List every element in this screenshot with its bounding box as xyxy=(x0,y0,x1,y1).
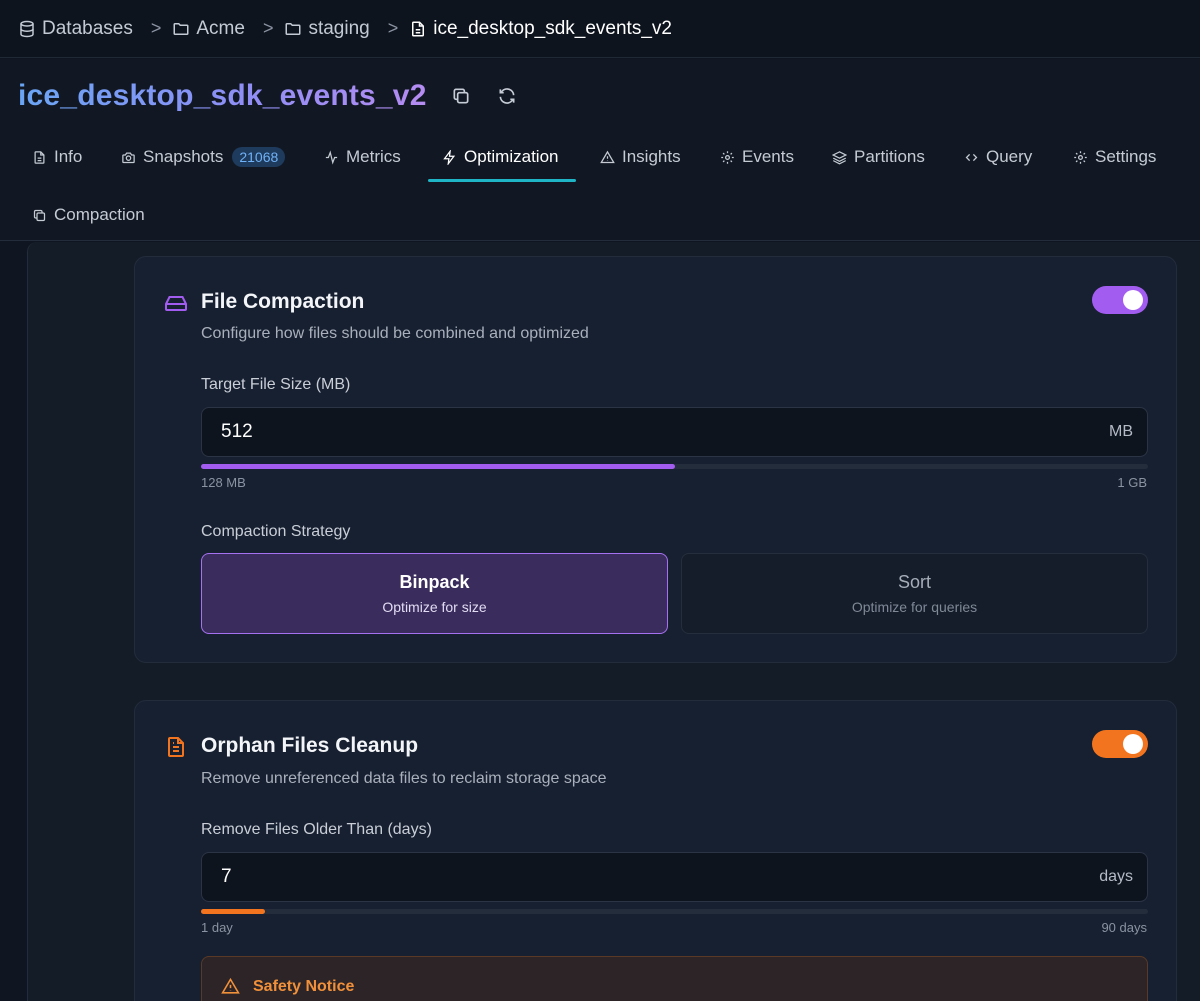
slider-fill xyxy=(201,909,265,914)
strategy-title: Sort xyxy=(897,572,931,592)
breadcrumb-label: staging xyxy=(308,17,370,39)
orphan-cleanup-card: Orphan Files Cleanup Remove unreferenced… xyxy=(134,700,1177,1001)
camera-icon xyxy=(121,150,136,165)
tab-label: Settings xyxy=(1095,147,1157,166)
alert-triangle-icon xyxy=(600,150,615,165)
strategy-subtitle: Optimize for size xyxy=(382,599,487,615)
tab-label: Compaction xyxy=(54,205,145,224)
card-description: Configure how files should be combined a… xyxy=(201,325,589,342)
tab-label: Snapshots xyxy=(143,147,224,166)
database-icon xyxy=(18,20,36,38)
file-text-icon xyxy=(32,150,47,165)
file-text-icon xyxy=(164,735,188,759)
tab-compaction[interactable]: Compaction xyxy=(32,195,145,235)
tab-info[interactable]: Info xyxy=(32,137,82,177)
tab-partitions[interactable]: Partitions xyxy=(832,137,925,177)
page-header: ice_desktop_sdk_events_v2 Info Snapshots… xyxy=(0,59,1200,241)
compaction-strategy-label: Compaction Strategy xyxy=(201,523,351,540)
card-title: Orphan Files Cleanup xyxy=(201,734,419,757)
safety-notice: Safety Notice xyxy=(201,956,1148,1001)
target-file-size-slider[interactable] xyxy=(201,464,1148,469)
input-unit: days xyxy=(1099,868,1133,885)
remove-older-than-slider[interactable] xyxy=(201,909,1148,914)
active-tab-indicator xyxy=(428,179,576,182)
layers-icon xyxy=(832,150,847,165)
card-description: Remove unreferenced data files to reclai… xyxy=(201,770,607,787)
tab-insights[interactable]: Insights xyxy=(600,137,681,177)
zap-icon xyxy=(442,149,457,165)
slider-min-label: 1 day xyxy=(201,920,233,935)
breadcrumb-label: Acme xyxy=(196,17,245,39)
breadcrumb-acme[interactable]: Acme xyxy=(172,18,245,40)
remove-older-than-label: Remove Files Older Than (days) xyxy=(201,821,432,838)
file-icon xyxy=(409,20,427,38)
page-title: ice_desktop_sdk_events_v2 xyxy=(18,79,427,112)
tab-label: Events xyxy=(742,147,794,166)
breadcrumb: Databases > Acme > staging > ice_desktop… xyxy=(0,0,1200,58)
copy-button[interactable] xyxy=(447,82,475,110)
refresh-button[interactable] xyxy=(493,82,521,110)
tab-label: Partitions xyxy=(854,147,925,166)
orphan-cleanup-toggle[interactable] xyxy=(1092,730,1148,758)
hard-drive-icon xyxy=(164,291,188,315)
tab-label: Metrics xyxy=(346,147,401,166)
folder-icon xyxy=(284,20,302,38)
strategy-binpack-option[interactable]: Binpack Optimize for size xyxy=(201,553,668,634)
tab-label: Query xyxy=(986,147,1033,166)
strategy-subtitle: Optimize for queries xyxy=(851,599,978,615)
gear-icon xyxy=(720,150,735,165)
tab-snapshots[interactable]: Snapshots 21068 xyxy=(121,137,286,177)
file-compaction-card: File Compaction Configure how files shou… xyxy=(134,256,1177,663)
input-value: 7 xyxy=(221,866,232,887)
breadcrumb-staging[interactable]: staging xyxy=(284,17,370,40)
file-compaction-toggle[interactable] xyxy=(1092,286,1148,314)
strategy-title: Binpack xyxy=(399,572,470,592)
tab-optimization[interactable]: Optimization xyxy=(442,137,558,177)
card-title: File Compaction xyxy=(201,290,365,313)
tab-label: Optimization xyxy=(464,147,559,166)
breadcrumb-separator: > xyxy=(387,18,399,38)
input-unit: MB xyxy=(1109,423,1133,440)
refresh-icon xyxy=(497,86,517,106)
breadcrumb-table[interactable]: ice_desktop_sdk_events_v2 xyxy=(409,18,672,40)
input-value: 512 xyxy=(221,421,253,442)
target-file-size-label: Target File Size (MB) xyxy=(201,376,351,393)
toggle-knob xyxy=(1123,734,1143,754)
copy-icon xyxy=(451,86,471,106)
tab-events[interactable]: Events xyxy=(720,137,794,177)
breadcrumb-databases[interactable]: Databases xyxy=(18,18,133,40)
title-row: ice_desktop_sdk_events_v2 xyxy=(18,79,521,113)
activity-icon xyxy=(324,149,339,165)
slider-max-label: 1 GB xyxy=(1117,475,1147,490)
gear-icon xyxy=(1073,150,1088,165)
safety-notice-title: Safety Notice xyxy=(253,978,355,995)
tab-settings[interactable]: Settings xyxy=(1073,137,1156,177)
breadcrumb-separator: > xyxy=(262,18,274,38)
folder-icon xyxy=(172,20,190,38)
tab-query[interactable]: Query xyxy=(964,137,1032,177)
tab-label: Insights xyxy=(622,147,681,166)
breadcrumb-separator: > xyxy=(150,18,162,38)
alert-triangle-icon xyxy=(221,977,240,996)
breadcrumb-label: ice_desktop_sdk_events_v2 xyxy=(433,17,672,39)
slider-min-label: 128 MB xyxy=(201,475,246,490)
strategy-sort-option[interactable]: Sort Optimize for queries xyxy=(681,553,1148,634)
tab-label: Info xyxy=(54,147,83,166)
slider-fill xyxy=(201,464,675,469)
breadcrumb-label: Databases xyxy=(42,17,133,39)
copy-icon xyxy=(32,208,47,223)
slider-max-label: 90 days xyxy=(1101,920,1147,935)
snapshots-count-badge: 21068 xyxy=(232,147,286,167)
target-file-size-input[interactable]: 512 MB xyxy=(201,407,1148,457)
remove-older-than-input[interactable]: 7 days xyxy=(201,852,1148,902)
code-icon xyxy=(964,150,979,165)
toggle-knob xyxy=(1123,290,1143,310)
tab-metrics[interactable]: Metrics xyxy=(324,137,401,177)
